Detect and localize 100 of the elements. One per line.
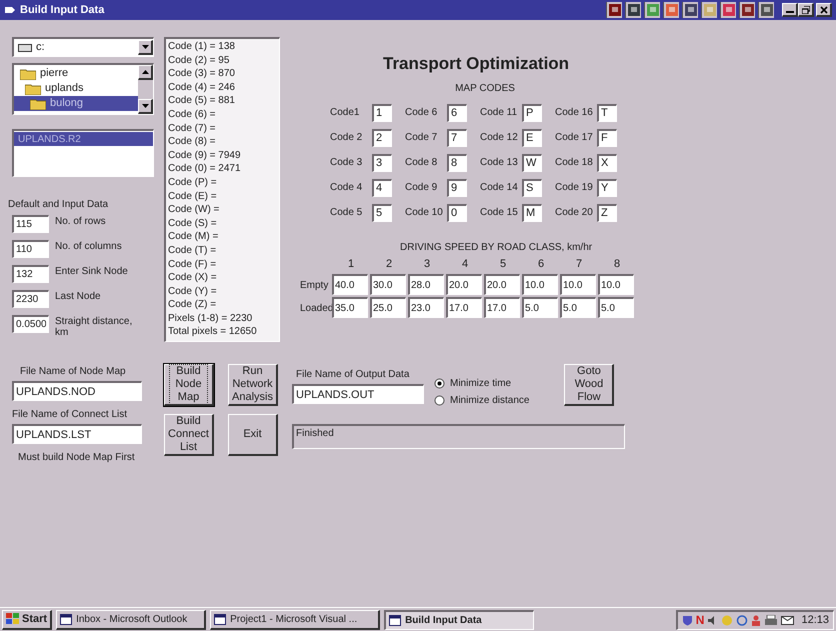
code-field[interactable]: 6 xyxy=(447,104,467,122)
toolbar-button[interactable] xyxy=(720,2,736,18)
code-field[interactable]: T xyxy=(597,104,617,122)
toolbar-button[interactable] xyxy=(644,2,660,18)
code-label: Code 6 xyxy=(405,106,438,120)
field-label: Enter Sink Node xyxy=(55,265,129,277)
input-field[interactable]: 132 xyxy=(12,265,49,283)
code-label: Code 14 xyxy=(480,181,519,195)
speed-field[interactable]: 25.0 xyxy=(370,297,406,318)
folder-item[interactable]: bulong xyxy=(14,96,138,111)
code-field[interactable]: Y xyxy=(597,178,617,196)
speed-field[interactable]: 10.0 xyxy=(560,274,596,295)
code-label: Code 5 xyxy=(330,206,364,220)
app-icon xyxy=(646,4,658,16)
start-button[interactable]: Start xyxy=(2,610,52,630)
code-field[interactable]: 3 xyxy=(372,154,392,172)
code-line: Code (Z) = xyxy=(168,298,218,312)
speed-field[interactable]: 10.0 xyxy=(598,274,634,295)
speed-field[interactable]: 35.0 xyxy=(332,297,368,318)
windows-logo-icon xyxy=(6,613,20,625)
speed-field[interactable]: 5.0 xyxy=(560,297,596,318)
radio-option[interactable]: Minimize distance xyxy=(434,393,530,408)
code-field[interactable]: Z xyxy=(597,204,617,222)
speed-field[interactable]: 23.0 xyxy=(408,297,444,318)
code-field[interactable]: S xyxy=(522,178,542,196)
action-button[interactable]: Build Node Map xyxy=(164,364,214,406)
drive-icon xyxy=(18,44,32,52)
window-icon xyxy=(60,614,72,624)
field-label: File Name of Output Data xyxy=(296,368,410,382)
code-line: Code (8) = xyxy=(168,135,217,149)
code-field[interactable]: 5 xyxy=(372,204,392,222)
taskbar-button[interactable]: Project1 - Microsoft Visual ... xyxy=(210,610,380,630)
input-field[interactable]: UPLANDS.NOD xyxy=(12,381,142,401)
code-label: Code 8 xyxy=(405,156,438,170)
folder-item[interactable]: pierre xyxy=(14,66,138,81)
code-field[interactable]: X xyxy=(597,154,617,172)
code-field[interactable]: 9 xyxy=(447,178,467,196)
code-field[interactable]: W xyxy=(522,154,542,172)
minimize-button[interactable] xyxy=(782,3,798,17)
input-field[interactable]: UPLANDS.OUT xyxy=(292,384,424,404)
input-field[interactable]: 0.0500 xyxy=(12,315,49,333)
taskbar-button[interactable]: Build Input Data xyxy=(384,610,534,630)
toolbar-button[interactable] xyxy=(682,2,698,18)
code-field[interactable]: F xyxy=(597,128,617,146)
column-header: 7 xyxy=(574,256,584,272)
speed-field[interactable]: 10.0 xyxy=(522,274,558,295)
map-codes-heading: MAP CODES xyxy=(454,82,516,96)
code-label: Code 2 xyxy=(330,131,364,145)
input-field[interactable]: 115 xyxy=(12,215,49,233)
code-line: Code (E) = xyxy=(168,190,218,204)
speed-field[interactable]: 20.0 xyxy=(446,274,482,295)
toolbar-button[interactable] xyxy=(606,2,622,18)
input-field[interactable]: 2230 xyxy=(12,290,49,308)
code-field[interactable]: 8 xyxy=(447,154,467,172)
code-label: Code 19 xyxy=(555,181,594,195)
code-field[interactable]: 2 xyxy=(372,128,392,146)
speed-field[interactable]: 17.0 xyxy=(446,297,482,318)
input-field[interactable]: 110 xyxy=(12,240,49,258)
envelope-icon xyxy=(781,616,794,624)
taskbar-button[interactable]: Inbox - Microsoft Outlook xyxy=(56,610,206,630)
code-field[interactable]: 0 xyxy=(447,204,467,222)
goto-button[interactable]: Goto Wood Flow xyxy=(564,364,614,406)
toolbar-button[interactable] xyxy=(701,2,717,18)
toolbar-button[interactable] xyxy=(758,2,774,18)
speed-field[interactable]: 17.0 xyxy=(484,297,520,318)
toolbar-button[interactable] xyxy=(663,2,679,18)
speed-field[interactable]: 20.0 xyxy=(484,274,520,295)
drive-dropdown[interactable]: c: xyxy=(12,37,154,57)
input-field[interactable]: UPLANDS.LST xyxy=(12,424,142,444)
speed-field[interactable]: 28.0 xyxy=(408,274,444,295)
tray-letter: N xyxy=(696,612,704,629)
column-header: 1 xyxy=(346,256,356,272)
speed-field[interactable]: 5.0 xyxy=(598,297,634,318)
code-field[interactable]: 7 xyxy=(447,128,467,146)
speed-heading: DRIVING SPEED BY ROAD CLASS, km/hr xyxy=(400,240,594,254)
speed-field[interactable]: 5.0 xyxy=(522,297,558,318)
toolbar-button[interactable] xyxy=(739,2,755,18)
action-button[interactable]: Build Connect List xyxy=(164,414,214,456)
action-button[interactable]: Run Network Analysis xyxy=(228,364,278,406)
code-field[interactable]: M xyxy=(522,204,542,222)
code-line: Code (2) = 95 xyxy=(168,54,230,68)
speed-field[interactable]: 40.0 xyxy=(332,274,368,295)
restore-button[interactable] xyxy=(798,3,814,17)
action-button[interactable]: Exit xyxy=(228,414,278,456)
code-field[interactable]: 4 xyxy=(372,178,392,196)
code-label: Code 9 xyxy=(405,181,438,195)
code-field[interactable]: P xyxy=(522,104,542,122)
restore-icon xyxy=(802,6,810,14)
speed-field[interactable]: 30.0 xyxy=(370,274,406,295)
code-label: Code 13 xyxy=(480,156,519,170)
toolbar-button[interactable] xyxy=(625,2,641,18)
file-item[interactable]: UPLANDS.R2 xyxy=(14,132,153,146)
code-field[interactable]: E xyxy=(522,128,542,146)
app-icon xyxy=(722,4,734,16)
folder-item[interactable]: uplands xyxy=(14,81,138,96)
close-button[interactable] xyxy=(816,3,832,17)
code-field[interactable]: 1 xyxy=(372,104,392,122)
code-label: Code 7 xyxy=(405,131,438,145)
scrollbar[interactable] xyxy=(138,65,153,114)
radio-option[interactable]: Minimize time xyxy=(434,376,530,391)
